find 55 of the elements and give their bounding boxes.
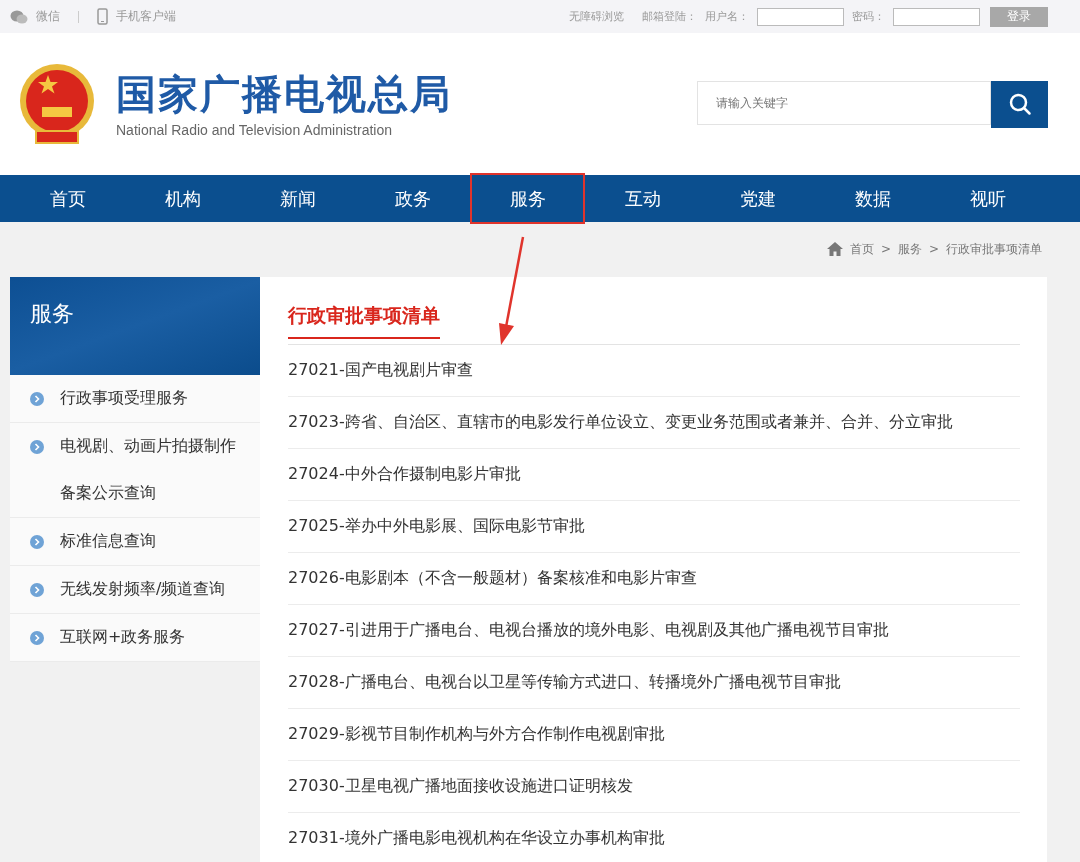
breadcrumb-link[interactable]: 服务 [897, 240, 922, 258]
chevron-bullet-icon [30, 391, 44, 406]
approval-item-link[interactable]: 27024-中外合作摄制电影片审批 [288, 449, 1020, 501]
username-field[interactable] [757, 7, 844, 26]
approval-item-link[interactable]: 27025-举办中外电影展、国际电影节审批 [288, 501, 1020, 553]
site-subtitle: National Radio and Television Administration [116, 122, 393, 138]
sidebar-item[interactable]: 行政事项受理服务 [10, 375, 260, 423]
sidebar-item-label: 无线发射频率/频道查询 [60, 579, 226, 600]
sidebar-item-label: 电视剧、动画片拍摄制作 [60, 436, 236, 457]
site-title: 国家广播电视总局 [116, 70, 452, 118]
sidebar-item[interactable]: 标准信息查询 [10, 518, 260, 566]
approval-item-link[interactable]: 27023-跨省、自治区、直辖市的电影发行单位设立、变更业务范围或者兼并、合并、分立审批 [288, 397, 1020, 449]
nav-tab[interactable]: 政务 [355, 175, 470, 222]
approval-item-link[interactable]: 27029-影视节目制作机构与外方合作制作电视剧审批 [288, 709, 1020, 761]
breadcrumb-link[interactable]: 首页 [849, 240, 874, 258]
sidebar-item-label: 备案公示查询 [60, 483, 156, 504]
nav-tab[interactable]: 党建 [700, 175, 815, 222]
approval-item-link[interactable]: 27027-引进用于广播电台、电视台播放的境外电影、电视剧及其他广播电视节目审批 [288, 605, 1020, 657]
nav-tab[interactable]: 互动 [585, 175, 700, 222]
approval-item-link[interactable]: 27028-广播电台、电视台以卫星等传输方式进口、转播境外广播电视节目审批 [288, 657, 1020, 709]
breadcrumb-link[interactable]: 行政审批事项清单 [946, 240, 1042, 258]
nav-tab[interactable]: 数据 [815, 175, 930, 222]
wechat-icon [10, 9, 28, 24]
chevron-bullet-icon [30, 630, 44, 645]
search-icon [1007, 92, 1032, 116]
breadcrumb-separator: > [880, 242, 891, 256]
sidebar-item-label: 互联网+政务服务 [60, 627, 186, 648]
chevron-bullet-icon [30, 582, 44, 597]
sidebar-item-label: 标准信息查询 [60, 531, 156, 552]
nav-tab[interactable]: 视听 [930, 175, 1045, 222]
sidebar-item-label: 行政事项受理服务 [60, 388, 188, 409]
sidebar-item[interactable]: 无线发射频率/频道查询 [10, 566, 260, 614]
phone-icon [97, 8, 108, 25]
nav-tab[interactable]: 机构 [125, 175, 240, 222]
approval-item-link[interactable]: 27021-国产电视剧片审查 [288, 345, 1020, 397]
chevron-bullet-icon [30, 439, 44, 454]
sidebar-item[interactable]: 电视剧、动画片拍摄制作 备案公示查询 [10, 423, 260, 518]
nav-tab[interactable]: 服务 [470, 173, 585, 224]
search-field[interactable]: 请输入关键字 [697, 80, 991, 125]
breadcrumb-separator: > [928, 242, 939, 256]
nav-tab[interactable]: 新闻 [240, 175, 355, 222]
approval-item-link[interactable]: 27031-境外广播电影电视机构在华设立办事机构审批 [288, 813, 1020, 862]
password-field[interactable] [893, 7, 980, 26]
sidebar-title: 服务 [10, 277, 260, 375]
nav-tab[interactable]: 首页 [10, 175, 125, 222]
chevron-bullet-icon [30, 534, 44, 549]
search-button[interactable] [991, 80, 1048, 128]
sidebar-item[interactable]: 互联网+政务服务 [10, 614, 260, 662]
section-heading: 行政审批事项清单 [288, 303, 440, 339]
username-label: 用户名： [705, 9, 749, 24]
mail-login-label: 邮箱登陆： [642, 9, 697, 24]
approval-item-link[interactable]: 27030-卫星电视广播地面接收设施进口证明核发 [288, 761, 1020, 813]
home-icon [826, 242, 843, 256]
approval-item-link[interactable]: 27026-电影剧本（不含一般题材）备案核准和电影片审查 [288, 553, 1020, 605]
password-label: 密码： [852, 9, 885, 24]
